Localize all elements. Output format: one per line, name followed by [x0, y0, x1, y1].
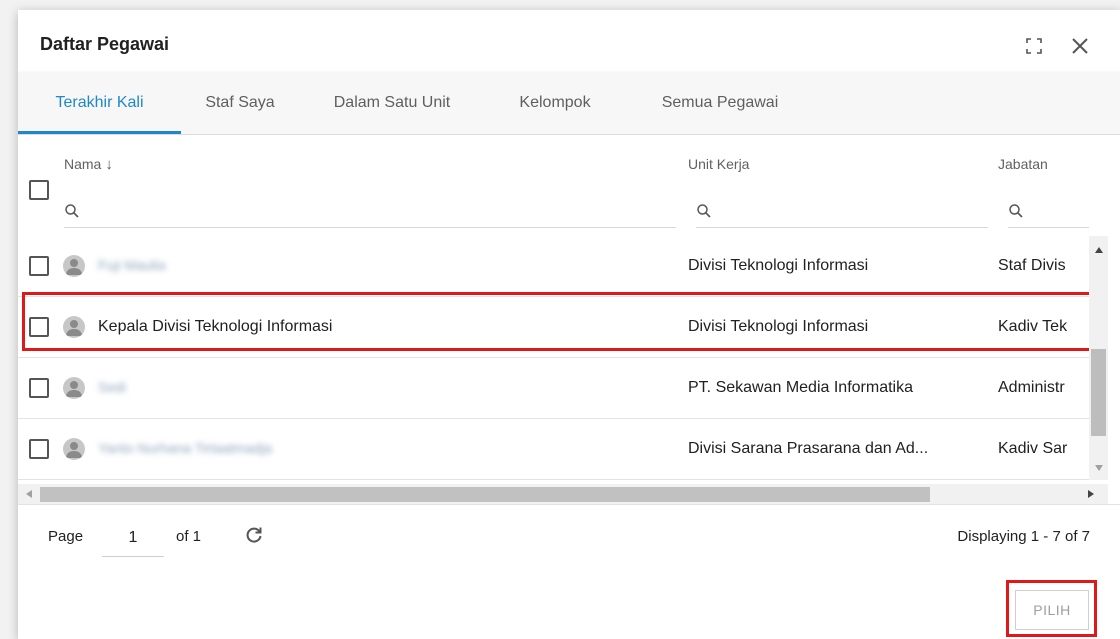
user-avatar-icon [63, 377, 85, 399]
user-avatar-icon [63, 316, 85, 338]
column-header-jabatan[interactable]: Jabatan [998, 156, 1048, 172]
tab-kelompok[interactable]: Kelompok [485, 72, 625, 135]
scroll-down-icon[interactable] [1094, 464, 1104, 472]
dialog-header: Daftar Pegawai [18, 10, 1120, 72]
row-position: Kadiv Tek [998, 318, 1068, 335]
search-icon [1009, 204, 1023, 218]
user-avatar-icon [63, 255, 85, 277]
row-name: Sedi [98, 379, 127, 395]
row-name: Yanto Nurhana Tirtaatmadja [98, 440, 273, 456]
vertical-scrollbar[interactable] [1089, 236, 1108, 480]
search-jabatan-field[interactable] [1008, 196, 1089, 228]
row-name: Kepala Divisi Teknologi Informasi [98, 318, 333, 335]
row-checkbox[interactable] [29, 256, 49, 276]
expand-icon[interactable] [1026, 38, 1042, 54]
column-header-unit-kerja[interactable]: Unit Kerja [688, 156, 749, 172]
sort-descending-icon: ↓ [105, 156, 113, 173]
search-icon [65, 204, 79, 218]
page-number-input[interactable] [102, 519, 164, 557]
scroll-right-icon[interactable] [1087, 489, 1095, 499]
row-unit: Divisi Sarana Prasarana dan Ad... [688, 440, 929, 457]
table-row[interactable]: Kepala Divisi Teknologi Informasi Divisi… [18, 297, 1089, 358]
table-row[interactable]: Fuji Maulia Divisi Teknologi Informasi S… [18, 236, 1089, 297]
search-icon [697, 204, 711, 218]
page-label: Page [48, 528, 84, 545]
dialog-title: Daftar Pegawai [40, 34, 170, 54]
pagination-bar: Page of 1 Displaying 1 - 7 of 7 [18, 504, 1120, 569]
scroll-up-icon[interactable] [1094, 246, 1104, 254]
row-position: Administr [998, 379, 1065, 396]
horizontal-scrollbar[interactable] [18, 484, 1108, 504]
horizontal-scroll-thumb[interactable] [40, 487, 930, 502]
row-name: Fuji Maulia [98, 257, 166, 273]
row-checkbox[interactable] [29, 439, 49, 459]
column-header-nama[interactable]: Nama ↓ [64, 156, 113, 173]
row-unit: PT. Sekawan Media Informatika [688, 379, 913, 396]
tab-terakhir-kali[interactable]: Terakhir Kali [18, 72, 181, 135]
table-row[interactable]: Yanto Nurhana Tirtaatmadja Divisi Sarana… [18, 419, 1089, 480]
scroll-left-icon[interactable] [25, 489, 33, 499]
vertical-scroll-thumb[interactable] [1091, 349, 1106, 436]
page-total-label: of 1 [176, 528, 202, 545]
search-unit-kerja-field[interactable] [696, 196, 988, 228]
display-count-text: Displaying 1 - 7 of 7 [957, 528, 1090, 545]
select-all-checkbox[interactable] [29, 180, 49, 200]
grid-body: Fuji Maulia Divisi Teknologi Informasi S… [18, 236, 1089, 489]
search-nama-field[interactable] [64, 196, 676, 228]
tab-dalam-satu-unit[interactable]: Dalam Satu Unit [299, 72, 485, 135]
tab-bar: Terakhir Kali Staf Saya Dalam Satu Unit … [18, 72, 1120, 135]
active-tab-indicator [18, 131, 181, 134]
row-position: Kadiv Sar [998, 440, 1068, 457]
row-checkbox[interactable] [29, 317, 49, 337]
close-icon[interactable] [1070, 36, 1090, 56]
user-avatar-icon [63, 438, 85, 460]
table-row[interactable]: Sedi PT. Sekawan Media Informatika Admin… [18, 358, 1089, 419]
row-checkbox[interactable] [29, 378, 49, 398]
row-unit: Divisi Teknologi Informasi [688, 318, 869, 335]
row-position: Staf Divis [998, 257, 1066, 274]
pilih-button[interactable]: PILIH [1015, 590, 1089, 630]
employee-list-dialog: Daftar Pegawai Terakhir Kali Staf Saya D… [18, 10, 1120, 639]
grid-header: Nama ↓ Unit Kerja Jabatan [18, 135, 1120, 236]
tab-semua-pegawai[interactable]: Semua Pegawai [625, 72, 815, 135]
refresh-icon[interactable] [244, 525, 264, 545]
row-unit: Divisi Teknologi Informasi [688, 257, 869, 274]
tab-staf-saya[interactable]: Staf Saya [181, 72, 299, 135]
column-header-nama-label: Nama [64, 156, 102, 172]
